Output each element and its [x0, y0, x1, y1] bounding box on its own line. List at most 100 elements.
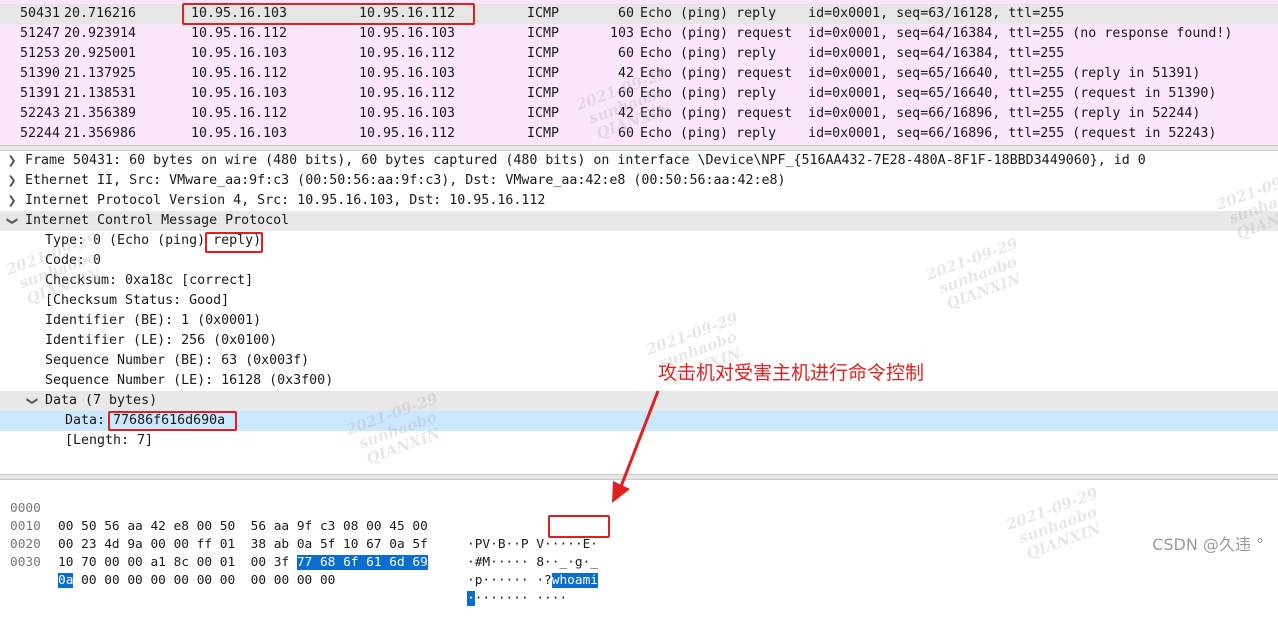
packet-protocol: ICMP: [527, 46, 560, 61]
tree-item-label: Sequence Number (LE): 16128 (0x3f00): [45, 373, 334, 388]
packet-protocol: ICMP: [527, 106, 560, 121]
bytes-ascii: ·PV·B··P V·····E·: [467, 537, 598, 552]
tree-item-ip[interactable]: ❯ Internet Protocol Version 4, Src: 10.9…: [0, 191, 1278, 211]
packet-time: 20.716216: [64, 6, 137, 21]
tree-item-label: Internet Control Message Protocol: [25, 213, 290, 228]
packet-info: Echo (ping) request id=0x0001, seq=66/16…: [640, 106, 1201, 121]
packet-info: Echo (ping) reply id=0x0001, seq=63/1612…: [640, 6, 1065, 21]
tree-item-identifier-be[interactable]: Identifier (BE): 1 (0x0001): [0, 311, 1278, 331]
tree-item-label: Internet Protocol Version 4, Src: 10.95.…: [25, 193, 546, 208]
highlight-box-reply: [205, 232, 263, 253]
tree-item-label: Frame 50431: 60 bytes on wire (480 bits)…: [25, 153, 1146, 168]
bytes-row[interactable]: 0030 0a 00 00 00 00 00 00 00 00 00 00 00…: [0, 536, 567, 606]
bytes-row[interactable]: 0010 00 23 4d 9a 00 00 ff 01 38 ab 0a 5f…: [0, 500, 598, 570]
packet-protocol: ICMP: [527, 86, 560, 101]
packet-source: 10.95.16.103: [191, 126, 288, 141]
highlight-box-data: [108, 411, 237, 431]
bytes-ascii: ······· ····: [474, 591, 568, 606]
packet-source: 10.95.16.112: [191, 26, 288, 41]
bytes-hex-selected: 0a: [58, 573, 74, 588]
packet-info: Echo (ping) reply id=0x0001, seq=66/1689…: [640, 126, 1217, 141]
packet-no: 51391: [19, 86, 60, 101]
chevron-right-icon[interactable]: ❯: [6, 151, 18, 171]
bytes-hex: 10 70 00 00 a1 8c 00 01 00 3f: [58, 555, 297, 570]
highlight-box-whoami: [548, 515, 610, 538]
packet-no: 50431: [19, 6, 60, 21]
tree-item-label: Code: 0: [45, 253, 102, 268]
packet-time: 21.356986: [64, 126, 137, 141]
tree-item-label: Data (7 bytes): [45, 393, 158, 408]
packet-time: 20.923914: [64, 26, 137, 41]
tree-item-ethernet[interactable]: ❯ Ethernet II, Src: VMware_aa:9f:c3 (00:…: [0, 171, 1278, 191]
bytes-ascii: ·p······ ·?: [467, 573, 552, 588]
chevron-right-icon[interactable]: ❯: [6, 171, 18, 191]
tree-item-sequence-be[interactable]: Sequence Number (BE): 63 (0x003f): [0, 351, 1278, 371]
annotation-arrow: [612, 390, 660, 503]
packet-length: 60: [617, 126, 634, 141]
packet-length: 60: [617, 86, 634, 101]
packet-row[interactable]: 51391 21.138531 10.95.16.103 10.95.16.11…: [0, 84, 1278, 104]
tree-item-identifier-le[interactable]: Identifier (LE): 256 (0x0100): [0, 331, 1278, 351]
chevron-down-icon[interactable]: ❯: [22, 395, 42, 407]
annotation-arrow-line: [618, 390, 660, 490]
packet-source: 10.95.16.103: [191, 46, 288, 61]
bytes-ascii-selected: whoami: [551, 573, 598, 588]
bytes-row[interactable]: 0000 00 50 56 aa 42 e8 00 50 56 aa 9f c3…: [0, 482, 598, 552]
packet-info: Echo (ping) request id=0x0001, seq=65/16…: [640, 66, 1201, 81]
chevron-down-icon[interactable]: ❯: [2, 215, 22, 227]
annotation-text: 攻击机对受害主机进行命令控制: [658, 362, 925, 384]
packet-length: 60: [617, 6, 634, 21]
packet-source: 10.95.16.103: [191, 86, 288, 101]
tree-item-label: Identifier (LE): 256 (0x0100): [45, 333, 278, 348]
bytes-ascii-selected: ·: [467, 591, 475, 606]
tree-item-label: Ethernet II, Src: VMware_aa:9f:c3 (00:50…: [25, 173, 786, 188]
packet-no: 51253: [19, 46, 60, 61]
packet-destination: 10.95.16.112: [359, 46, 456, 61]
tree-item-icmp[interactable]: ❯ Internet Control Message Protocol: [0, 211, 1278, 231]
packet-source: 10.95.16.112: [191, 106, 288, 121]
tree-item-label: [Checksum Status: Good]: [45, 293, 230, 308]
packet-destination: 10.95.16.112: [359, 126, 456, 141]
bytes-hex: 00 50 56 aa 42 e8 00 50 56 aa 9f c3 08 0…: [58, 519, 428, 534]
tree-item-checksum-status[interactable]: [Checksum Status: Good]: [0, 291, 1278, 311]
packet-info: Echo (ping) request id=0x0001, seq=64/16…: [640, 26, 1233, 41]
tree-item-label: Sequence Number (BE): 63 (0x003f): [45, 353, 310, 368]
packet-row[interactable]: 51247 20.923914 10.95.16.112 10.95.16.10…: [0, 24, 1278, 44]
packet-info: Echo (ping) reply id=0x0001, seq=64/1638…: [640, 46, 1065, 61]
bytes-ascii: ·#M····· 8··_·g·_: [467, 555, 598, 570]
packet-destination: 10.95.16.103: [359, 26, 456, 41]
tree-item-type[interactable]: Type: 0 (Echo (ping) reply): [0, 231, 1278, 251]
packet-protocol: ICMP: [527, 66, 560, 81]
chevron-right-icon[interactable]: ❯: [6, 191, 18, 211]
tree-item-code[interactable]: Code: 0: [0, 251, 1278, 271]
bytes-offset: 0030: [10, 555, 41, 570]
packet-length: 103: [609, 26, 634, 41]
packet-no: 52244: [19, 126, 60, 141]
packet-time: 21.138531: [64, 86, 137, 101]
packet-destination: 10.95.16.112: [359, 86, 456, 101]
packet-row[interactable]: 51390 21.137925 10.95.16.112 10.95.16.10…: [0, 64, 1278, 84]
highlight-box-addresses: [182, 3, 475, 25]
tree-item-label: [Length: 7]: [65, 433, 154, 448]
packet-row[interactable]: 52244 21.356986 10.95.16.103 10.95.16.11…: [0, 124, 1278, 144]
packet-source: 10.95.16.112: [191, 66, 288, 81]
packet-length: 42: [617, 66, 634, 81]
packet-no: 51247: [19, 26, 60, 41]
packet-row[interactable]: 52243 21.356389 10.95.16.112 10.95.16.10…: [0, 104, 1278, 124]
csdn-credit: CSDN @久违 °: [1152, 535, 1264, 554]
data-label: Data:: [65, 413, 114, 428]
packet-row[interactable]: 51253 20.925001 10.95.16.103 10.95.16.11…: [0, 44, 1278, 64]
packet-time: 21.137925: [64, 66, 137, 81]
bytes-row[interactable]: 0020 10 70 00 00 a1 8c 00 01 00 3f 77 68…: [0, 518, 598, 588]
packet-length: 42: [617, 106, 634, 121]
packet-time: 21.356389: [64, 106, 137, 121]
packet-destination: 10.95.16.103: [359, 106, 456, 121]
packet-info: Echo (ping) reply id=0x0001, seq=65/1664…: [640, 86, 1217, 101]
packet-no: 52243: [19, 106, 60, 121]
tree-item-label: Checksum: 0xa18c [correct]: [45, 273, 254, 288]
packet-protocol: ICMP: [527, 6, 560, 21]
packet-protocol: ICMP: [527, 26, 560, 41]
tree-item-frame[interactable]: ❯ Frame 50431: 60 bytes on wire (480 bit…: [0, 151, 1278, 171]
packet-protocol: ICMP: [527, 126, 560, 141]
tree-item-checksum[interactable]: Checksum: 0xa18c [correct]: [0, 271, 1278, 291]
